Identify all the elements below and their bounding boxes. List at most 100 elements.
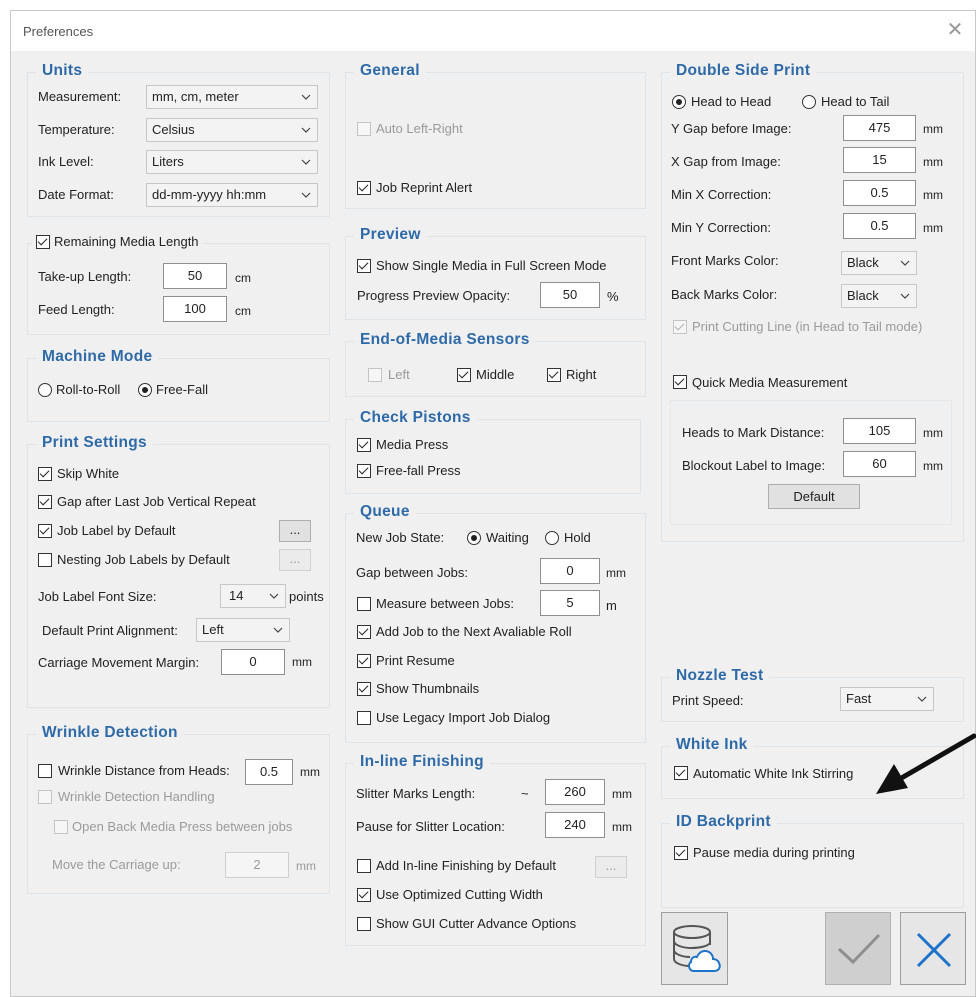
add-inline-checkbox[interactable] — [357, 859, 371, 873]
quick-measure-checkbox[interactable] — [673, 375, 687, 389]
eom-middle-checkbox[interactable] — [457, 368, 471, 382]
free-fall-radio[interactable] — [138, 383, 152, 397]
single-media-checkbox[interactable] — [357, 259, 371, 273]
waiting-radio[interactable] — [467, 531, 481, 545]
database-cloud-button[interactable] — [661, 912, 728, 985]
measure-jobs-input[interactable]: 5 — [540, 590, 600, 616]
heads-mark-input[interactable]: 105 — [843, 418, 916, 444]
x-gap-input[interactable]: 15 — [843, 147, 916, 173]
measure-jobs-checkbox[interactable] — [357, 597, 371, 611]
chevron-down-icon — [269, 593, 279, 599]
job-label-checkbox[interactable] — [38, 524, 52, 538]
close-icon[interactable]: ✕ — [943, 18, 967, 42]
ink-level-label: Ink Level: — [38, 154, 94, 169]
hold-radio[interactable] — [545, 531, 559, 545]
head-to-head-radio[interactable] — [672, 95, 686, 109]
job-label-options-button[interactable]: ... — [279, 520, 311, 542]
units-title: Units — [36, 62, 89, 80]
print-speed-label: Print Speed: — [672, 693, 744, 708]
wrinkle-handling-checkbox[interactable] — [38, 790, 52, 804]
remaining-media-checkbox[interactable] — [36, 234, 50, 249]
wrinkle-distance-unit: mm — [300, 765, 320, 779]
cutting-line-checkbox[interactable] — [673, 320, 687, 334]
white-ink-checkbox[interactable] — [674, 766, 688, 780]
default-button[interactable]: Default — [768, 484, 860, 509]
skip-white-checkbox[interactable] — [38, 467, 52, 481]
front-color-select[interactable]: Black — [841, 251, 917, 275]
temperature-select[interactable]: Celsius — [146, 118, 318, 142]
open-back-label: Open Back Media Press between jobs — [72, 819, 293, 834]
carriage-input[interactable]: 0 — [221, 649, 285, 675]
gap-after-checkbox[interactable] — [38, 495, 52, 509]
slitter-length-label: Slitter Marks Length: — [356, 786, 476, 801]
legacy-import-checkbox[interactable] — [357, 711, 371, 725]
gui-cutter-checkbox[interactable] — [357, 917, 371, 931]
id-backprint-title: ID Backprint — [670, 813, 777, 831]
date-format-select[interactable]: dd-mm-yyyy hh:mm — [146, 183, 318, 207]
move-carriage-label: Move the Carriage up: — [52, 857, 181, 872]
free-fall-label: Free-Fall — [156, 382, 209, 397]
print-speed-select[interactable]: Fast — [840, 687, 934, 711]
inline-options-button[interactable]: ... — [595, 856, 627, 878]
alignment-select[interactable]: Left — [196, 618, 290, 642]
wrinkle-distance-input[interactable]: 0.5 — [245, 759, 293, 785]
ok-button[interactable] — [825, 912, 891, 985]
quick-measure-label: Quick Media Measurement — [692, 375, 848, 390]
media-press-checkbox[interactable] — [357, 438, 371, 452]
takeup-input[interactable]: 50 — [163, 263, 227, 289]
eom-left-checkbox[interactable] — [368, 368, 382, 382]
open-back-checkbox[interactable] — [54, 820, 68, 834]
pause-media-checkbox[interactable] — [674, 846, 688, 860]
cancel-button[interactable] — [900, 912, 966, 985]
eom-right-label: Right — [566, 367, 597, 382]
slitter-tilde: ~ — [521, 786, 529, 801]
chevron-down-icon — [900, 293, 910, 299]
blockout-input[interactable]: 60 — [843, 451, 916, 477]
freefall-press-checkbox[interactable] — [357, 464, 371, 478]
nesting-options-button[interactable]: ... — [279, 549, 311, 571]
print-resume-checkbox[interactable] — [357, 654, 371, 668]
min-x-unit: mm — [923, 188, 943, 202]
preview-title: Preview — [354, 226, 427, 244]
show-thumbs-checkbox[interactable] — [357, 682, 371, 696]
x-gap-label: X Gap from Image: — [671, 154, 781, 169]
back-color-select[interactable]: Black — [841, 284, 917, 308]
opacity-input[interactable]: 50 — [540, 282, 600, 308]
wrinkle-distance-checkbox[interactable] — [38, 764, 52, 778]
measurement-select[interactable]: mm, cm, meter — [146, 85, 318, 109]
roll-to-roll-radio[interactable] — [38, 383, 52, 397]
wrinkle-distance-label: Wrinkle Distance from Heads: — [58, 763, 230, 778]
job-reprint-checkbox[interactable] — [357, 181, 371, 195]
y-gap-input[interactable]: 475 — [843, 115, 916, 141]
optimized-cutting-checkbox[interactable] — [357, 888, 371, 902]
general-title: General — [354, 62, 426, 80]
feed-label: Feed Length: — [38, 302, 115, 317]
ink-level-select[interactable]: Liters — [146, 150, 318, 174]
font-size-select[interactable]: 14 — [220, 584, 286, 608]
nesting-checkbox[interactable] — [38, 553, 52, 567]
slitter-length-input[interactable]: 260 — [545, 779, 605, 805]
feed-input[interactable]: 100 — [163, 296, 227, 322]
auto-left-right-checkbox[interactable] — [357, 122, 371, 136]
min-x-input[interactable]: 0.5 — [843, 180, 916, 206]
move-carriage-input[interactable]: 2 — [225, 852, 289, 878]
min-y-input[interactable]: 0.5 — [843, 213, 916, 239]
slitter-length-unit: mm — [612, 787, 632, 801]
add-next-checkbox[interactable] — [357, 625, 371, 639]
blockout-label: Blockout Label to Image: — [682, 458, 826, 473]
pause-slitter-input[interactable]: 240 — [545, 812, 605, 838]
gap-jobs-input[interactable]: 0 — [540, 558, 600, 584]
eom-right-checkbox[interactable] — [547, 368, 561, 382]
window-title: Preferences — [23, 24, 94, 39]
single-media-label: Show Single Media in Full Screen Mode — [376, 258, 607, 273]
heads-mark-label: Heads to Mark Distance: — [682, 425, 825, 440]
pause-media-label: Pause media during printing — [693, 845, 855, 860]
wrinkle-title: Wrinkle Detection — [36, 724, 184, 742]
head-to-tail-radio[interactable] — [802, 95, 816, 109]
remaining-media-title: Remaining Media Length — [54, 234, 199, 249]
database-cloud-icon — [673, 925, 721, 972]
takeup-label: Take-up Length: — [38, 269, 132, 284]
head-to-tail-label: Head to Tail — [821, 94, 890, 109]
eom-middle-label: Middle — [476, 367, 515, 382]
move-carriage-unit: mm — [296, 859, 316, 873]
